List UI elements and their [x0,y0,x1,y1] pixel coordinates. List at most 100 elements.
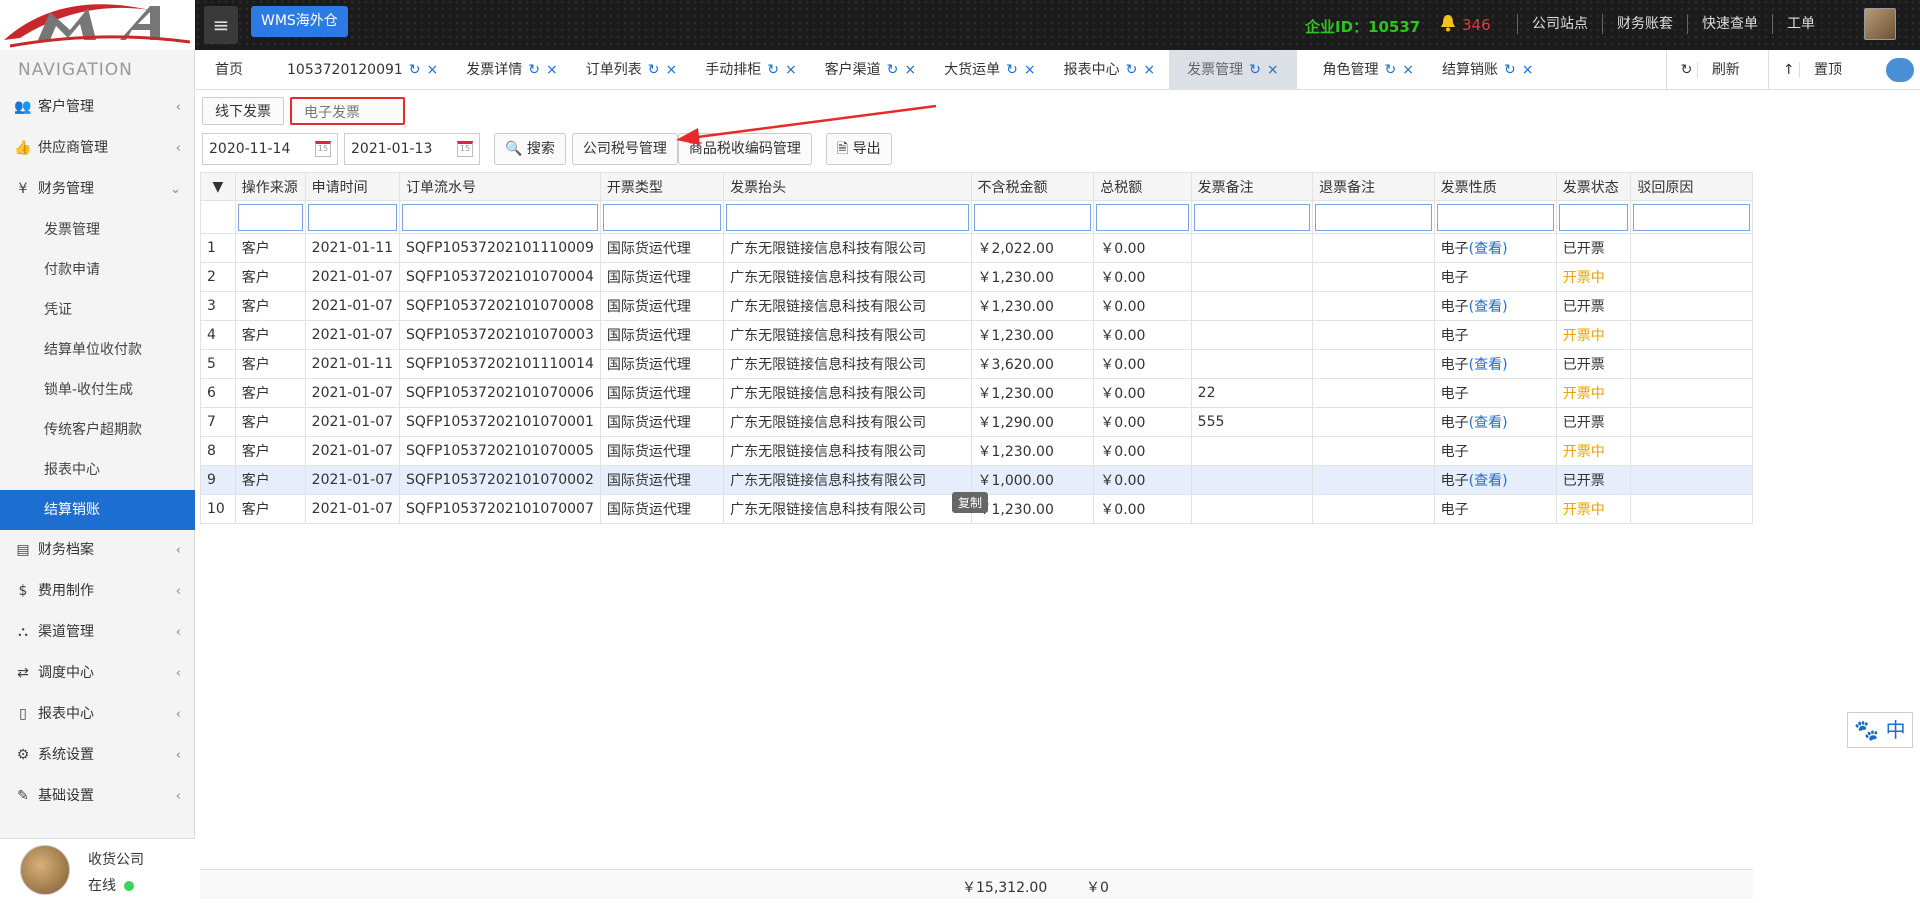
col-header[interactable]: 申请时间 [304,172,401,201]
assistant-icon[interactable] [1886,58,1914,82]
table-row[interactable]: 3 客户 2021-01-07 SQFP10537202101070008 国际货运代理… [200,291,1753,321]
search-button[interactable]: 🔍 搜索 [494,133,566,165]
wms-brand-button[interactable]: WMS海外仓 [251,6,348,37]
sidebar-item-channel[interactable]: ⛬ 渠道管理 ‹ [0,612,195,653]
date-to-input[interactable]: 2021-01-13 15 [344,133,480,165]
tab-order-list[interactable]: 订单列表 ↻ × [572,50,691,90]
quick-search-link[interactable]: 快速查单 [1687,14,1772,34]
filter-input[interactable] [402,203,598,231]
calendar-icon[interactable]: 15 [457,141,473,157]
table-row[interactable]: 2 客户 2021-01-07 SQFP10537202101070004 国际货运代理… [200,262,1753,292]
col-header[interactable]: 开票类型 [599,172,725,201]
sidebar-sub-lock[interactable]: 锁单-收付生成 [0,370,195,410]
col-header[interactable]: 不含税金额 [970,172,1095,201]
tab-settlement[interactable]: 结算销账 ↻ × [1428,50,1547,90]
close-icon[interactable]: × [1522,62,1534,78]
refresh-icon[interactable]: ↻ [767,62,779,78]
tab-bulk-waybill[interactable]: 大货运单 ↻ × [930,50,1049,90]
work-order-link[interactable]: 工单 [1772,14,1829,34]
col-header[interactable]: 总税额 [1093,172,1192,201]
sidebar-sub-overdue[interactable]: 传统客户超期款 [0,410,195,450]
company-site-link[interactable]: 公司站点 [1517,14,1602,34]
filter-input[interactable] [1436,203,1554,231]
date-from-input[interactable]: 2020-11-14 15 [202,133,338,165]
sidebar-item-system[interactable]: ⚙ 系统设置 ‹ [0,735,195,776]
col-header[interactable]: 发票抬头 [723,172,972,201]
filter-input[interactable] [602,203,722,231]
refresh-icon[interactable]: ↻ [887,62,899,78]
tab-role-management[interactable]: 角色管理 ↻ × [1297,50,1428,90]
subtab-electronic-invoice[interactable]: 电子发票 [290,97,405,125]
view-link[interactable]: (查看) [1469,415,1508,431]
close-icon[interactable]: × [904,62,916,78]
sidebar-sub-invoice[interactable]: 发票管理 [0,210,195,250]
refresh-icon[interactable]: ↻ [648,62,660,78]
refresh-icon[interactable]: ↻ [1126,62,1138,78]
close-icon[interactable]: × [665,62,677,78]
table-row[interactable]: 5 客户 2021-01-11 SQFP10537202101110014 国际货运代理… [200,349,1753,379]
tax-code-button[interactable]: 商品税收编码管理 [677,133,812,165]
sidebar-sub-payment[interactable]: 付款申请 [0,250,195,290]
filter-input[interactable] [973,203,1092,231]
tab-home[interactable]: 首页 [195,50,257,90]
col-header[interactable]: 发票性质 [1433,172,1557,201]
sidebar-sub-voucher[interactable]: 凭证 [0,290,195,330]
filter-input[interactable] [237,203,303,231]
menu-toggle-button[interactable]: ≡ [204,6,238,44]
refresh-icon[interactable]: ↻ [1006,62,1018,78]
table-row[interactable]: 1 客户 2021-01-11 SQFP10537202101110009 国际货运代理… [200,233,1753,263]
filter-icon[interactable]: ▼ [200,172,236,201]
close-icon[interactable]: × [1267,62,1279,78]
col-header[interactable]: 发票备注 [1190,172,1314,201]
sidebar-item-report[interactable]: ▯ 报表中心 ‹ [0,694,195,735]
copy-tooltip[interactable]: 复制 [952,492,989,513]
col-header[interactable]: 操作来源 [234,172,306,201]
close-icon[interactable]: × [1024,62,1036,78]
tab-order-1053720120091[interactable]: 1053720120091 ↻ × [257,50,452,90]
sidebar-item-fee[interactable]: $ 费用制作 ‹ [0,571,195,612]
close-icon[interactable]: × [785,62,797,78]
calendar-icon[interactable]: 15 [315,141,331,157]
sidebar-item-customer[interactable]: 👥 客户管理 ‹ [0,87,195,128]
user-avatar[interactable] [20,845,70,895]
sidebar-item-dispatch[interactable]: ⇄ 调度中心 ‹ [0,653,195,694]
view-link[interactable]: (查看) [1469,241,1508,257]
sidebar-sub-writeoff[interactable]: 结算销账 [0,490,195,530]
sidebar-item-supplier[interactable]: 👍 供应商管理 ‹ [0,128,195,169]
view-link[interactable]: (查看) [1469,473,1508,489]
export-button[interactable]: 🗎 导出 [825,133,892,165]
tab-report-center[interactable]: 报表中心 ↻ × [1050,50,1169,90]
tab-invoice-detail[interactable]: 发票详情 ↻ × [452,50,571,90]
subtab-offline-invoice[interactable]: 线下发票 [202,97,284,125]
refresh-button[interactable]: ↻ 刷新 [1665,50,1768,90]
refresh-icon[interactable]: ↻ [528,62,540,78]
close-icon[interactable]: × [546,62,558,78]
baidu-widget[interactable]: 🐾 中 [1847,712,1913,748]
table-row[interactable]: 6 客户 2021-01-07 SQFP10537202101070006 国际货运代理… [200,378,1753,408]
filter-input[interactable] [1633,203,1750,231]
filter-input[interactable] [1315,203,1432,231]
company-tax-id-button[interactable]: 公司税号管理 [571,133,678,165]
filter-input[interactable] [1096,203,1189,231]
col-header[interactable]: 退票备注 [1312,172,1435,201]
refresh-icon[interactable]: ↻ [409,62,421,78]
sidebar-sub-report[interactable]: 报表中心 [0,450,195,490]
table-row[interactable]: 4 客户 2021-01-07 SQFP10537202101070003 国际货运代理… [200,320,1753,350]
sidebar-item-basic[interactable]: ✎ 基础设置 ‹ [0,776,195,817]
top-button[interactable]: ↑ 置顶 [1767,50,1870,90]
close-icon[interactable]: × [1143,62,1155,78]
table-row[interactable]: 9 客户 2021-01-07 SQFP10537202101070002 国际货运代理… [200,465,1753,495]
bell-icon[interactable] [1440,14,1456,32]
sidebar-item-finance[interactable]: ¥ 财务管理 ⌄ [0,169,195,210]
tab-manual-container[interactable]: 手动排柜 ↻ × [691,50,810,90]
refresh-icon[interactable]: ↻ [1504,62,1516,78]
refresh-icon[interactable]: ↻ [1385,62,1397,78]
view-link[interactable]: (查看) [1469,299,1508,315]
tab-invoice-management[interactable]: 发票管理 ↻ × [1169,50,1297,90]
filter-input[interactable] [1193,203,1311,231]
col-header[interactable]: 发票状态 [1555,172,1632,201]
avatar[interactable] [1864,8,1896,40]
filter-input[interactable] [1558,203,1629,231]
filter-input[interactable] [307,203,398,231]
tab-customer-channel[interactable]: 客户渠道 ↻ × [811,50,930,90]
